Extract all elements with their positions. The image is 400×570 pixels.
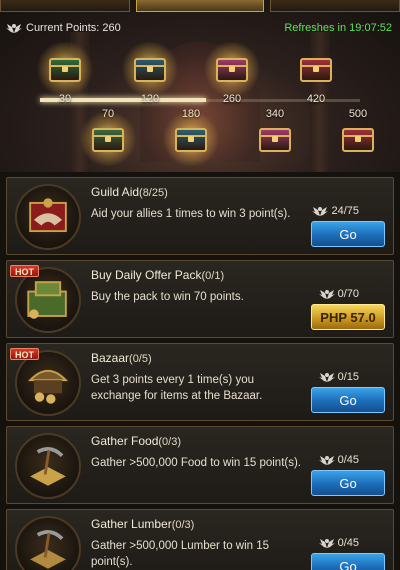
task-title: Buy Daily Offer Pack(0/1) [91,268,225,282]
task-points: 0/45 [318,537,359,549]
rewards-header: Current Points: 260 Refreshes in 19:07:5… [0,12,400,172]
milestone-label: 30 [58,93,72,105]
refresh-timer: Refreshes in 19:07:52 [284,22,392,34]
go-button[interactable]: Go [311,470,385,496]
milestone-label: 420 [306,93,326,105]
go-button[interactable]: Go [311,553,385,570]
milestone-chest-260[interactable] [202,42,262,96]
task-title: Guild Aid(8/25) [91,185,168,199]
task-description: Aid your allies 1 times to win 3 point(s… [91,208,291,220]
task-points: 0/45 [318,454,359,466]
wing-emblem-icon [6,22,22,34]
milestone-label: 340 [265,108,285,120]
tab-active[interactable] [136,0,264,12]
task-description: Get 3 points every 1 time(s) you exchang… [91,374,263,402]
milestone-label: 500 [348,108,368,120]
task-title: Bazaar(0/5) [91,351,152,365]
task-title: Gather Lumber(0/3) [91,517,195,531]
wing-emblem-icon [318,537,335,549]
milestone-chest-30[interactable] [35,42,95,96]
task-description: Buy the pack to win 70 points. [91,291,244,303]
tab-strip [0,0,400,12]
go-button[interactable]: Go [311,387,385,413]
wing-emblem-icon [318,288,335,300]
hot-badge: HOT [10,348,39,360]
wing-emblem-icon [312,205,329,217]
task-row-guild-aid: Guild Aid(8/25) Aid your allies 1 times … [6,177,394,255]
task-description: Gather >500,000 Lumber to win 15 point(s… [91,540,270,568]
go-button[interactable]: Go [311,221,385,247]
buy-price-button[interactable]: PHP 57.0 [311,304,385,330]
task-points: 0/15 [318,371,359,383]
hot-badge: HOT [10,265,39,277]
task-points: 24/75 [312,205,359,217]
milestone-chest-120[interactable] [120,42,180,96]
current-points: Current Points: 260 [6,22,121,34]
task-row-bazaar: HOT Bazaar(0/5) Get 3 points every 1 tim… [6,343,394,421]
handshake-icon [15,184,81,250]
wing-emblem-icon [318,371,335,383]
milestone-label: 260 [222,93,242,105]
milestone-chest-420[interactable] [296,52,336,86]
milestone-chest-500[interactable] [338,122,378,156]
milestone-label: 120 [140,93,160,105]
pickaxe-lumber-icon [15,516,81,570]
task-row-gather-food: Gather Food(0/3) Gather >500,000 Food to… [6,426,394,504]
tab-right[interactable] [270,0,400,12]
tab-left[interactable] [0,0,130,12]
current-points-label: Current Points: 260 [26,22,121,34]
milestone-chest-180[interactable] [161,112,221,166]
task-row-gather-lumber: Gather Lumber(0/3) Gather >500,000 Lumbe… [6,509,394,570]
task-description: Gather >500,000 Food to win 15 point(s). [91,457,302,469]
pickaxe-food-icon [15,433,81,499]
wing-emblem-icon [318,454,335,466]
task-row-daily-offer: HOT Buy Daily Offer Pack(0/1) Buy the pa… [6,260,394,338]
task-points: 0/70 [318,288,359,300]
milestone-chest-70[interactable] [78,112,138,166]
task-title: Gather Food(0/3) [91,434,181,448]
milestone-chest-340[interactable] [255,122,295,156]
